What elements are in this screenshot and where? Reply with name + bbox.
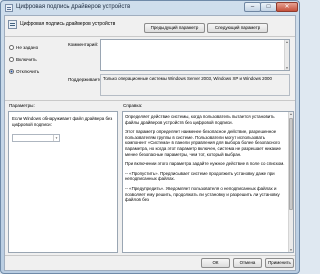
scroll-up-icon[interactable]: ▲ [285,40,289,44]
radio-label: Отключить [16,69,40,74]
help-scrollbar[interactable]: ▲ ▼ [288,112,293,252]
comment-field[interactable]: ▲ ▼ [100,39,290,71]
radio-not-configured[interactable]: Не задано [9,45,38,50]
parameters-label: Параметры: [9,103,35,108]
window-title: Цифровая подпись драйверов устройств [16,4,131,10]
help-paragraph: Определяет действие системы, когда польз… [125,114,275,125]
scroll-down-icon[interactable]: ▼ [289,248,293,252]
apply-button[interactable]: Применить [265,258,294,268]
chevron-down-icon[interactable]: ▼ [53,135,59,141]
unsigned-driver-action-select[interactable]: ▼ [12,134,60,142]
help-panel: Определяет действие системы, когда польз… [122,111,294,253]
help-label: Справка: [123,103,143,108]
ok-button[interactable]: ОК [201,258,230,268]
previous-setting-button[interactable]: Предыдущий параметр [144,23,205,33]
radio-indicator[interactable] [9,69,14,74]
maximize-button[interactable]: □ [260,2,277,12]
help-text: Определяет действие системы, когда польз… [125,114,286,207]
policy-setting-icon [8,20,17,29]
radio-indicator[interactable] [9,45,14,50]
section-divider [5,100,295,101]
supported-on-field: Только операционные системы Windows Serv… [100,74,290,96]
title-bar[interactable]: Цифровая подпись драйверов устройств – □… [1,1,299,15]
cancel-button[interactable]: Отмена [233,258,262,268]
policy-header: Цифровая подпись драйверов устройств Пре… [5,16,295,37]
policy-name: Цифровая подпись драйверов устройств [20,21,116,27]
scroll-down-icon[interactable]: ▼ [285,66,289,70]
help-paragraph: -- «Пропустить». Предписывает системе пр… [125,170,275,182]
help-paragraph: При включении этого параметра задайте ну… [125,161,285,167]
radio-label: Не задано [16,45,39,50]
radio-label: Включить [16,57,37,62]
comment-label: Комментарий: [68,42,99,47]
scroll-thumb[interactable] [289,118,293,210]
policy-dialog-window: Цифровая подпись драйверов устройств – □… [0,0,300,274]
comment-scrollbar[interactable]: ▲ ▼ [284,40,289,70]
help-paragraph: -- «Предупредить». Уведомляет пользовате… [125,185,280,203]
scroll-up-icon[interactable]: ▲ [289,112,293,116]
radio-indicator[interactable] [9,57,14,62]
close-button[interactable]: ✕ [276,2,298,12]
radio-disabled[interactable]: Отключить [9,69,39,74]
parameters-description: Если Windows обнаруживает файл драйвера … [12,116,113,127]
minimize-button[interactable]: – [244,2,261,12]
next-setting-button[interactable]: Следующий параметр [207,23,268,33]
policy-app-icon [5,4,13,12]
parameters-panel: Если Windows обнаруживает файл драйвера … [8,111,118,253]
supported-value: Только операционные системы Windows Serv… [103,76,272,81]
radio-enabled[interactable]: Включить [9,57,37,62]
footer-divider [5,255,295,256]
help-paragraph: Этот параметр определяет наименее безопа… [125,129,281,157]
dialog-client-area: Цифровая подпись драйверов устройств Пре… [4,15,296,271]
